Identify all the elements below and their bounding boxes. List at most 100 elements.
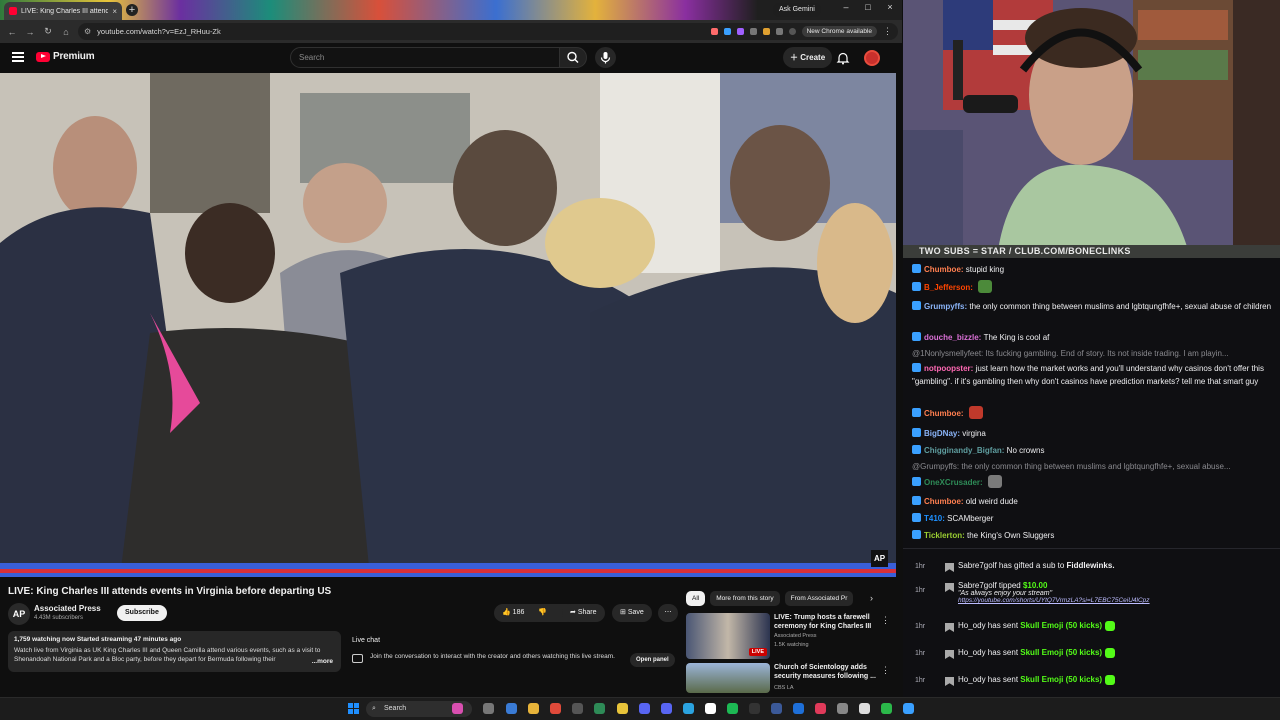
tb-app-icon[interactable] [483,703,494,714]
chat-username[interactable]: OneXCrusader: [924,478,985,487]
event-user[interactable]: Ho_ody [958,675,986,684]
recommendation-thumbnail[interactable]: LIVE [686,613,770,659]
tb-app-icon[interactable] [903,703,914,714]
chat-username[interactable]: douche_bizzle: [924,333,984,342]
account-avatar[interactable] [864,50,880,66]
save-button[interactable]: ⊞ Save [612,604,652,622]
extension-icon[interactable] [723,28,731,35]
recommendation-item[interactable]: LIVE LIVE: Trump hosts a farewell ceremo… [686,613,896,659]
tb-app-icon[interactable] [639,703,650,714]
recommendation-thumbnail[interactable] [686,663,770,693]
channel-avatar[interactable]: AP [8,603,30,625]
minimize-icon[interactable]: – [836,2,856,12]
extension-icon[interactable] [762,28,770,35]
maximize-icon[interactable]: □ [858,2,878,12]
extension-icon[interactable] [749,28,757,35]
tb-app-icon[interactable] [683,703,694,714]
tb-app-icon[interactable] [815,703,826,714]
extensions-puzzle-icon[interactable] [775,28,783,35]
create-button[interactable]: ＋ Create [783,47,833,68]
home-icon[interactable]: ⌂ [57,27,75,37]
chrome-update-badge[interactable]: New Chrome available [801,26,877,37]
open-panel-button[interactable]: Open panel [630,653,675,667]
description-box[interactable]: 1,759 watching now Started streaming 47 … [8,631,341,672]
video-player[interactable]: AP [0,73,896,577]
kebab-menu-icon[interactable]: ⋮ [881,615,890,626]
profile-icon[interactable] [788,28,796,35]
forward-icon[interactable]: → [21,27,39,37]
chat-username[interactable]: Chumboe: [924,409,966,418]
recommendation-item[interactable]: Church of Scientology adds security meas… [686,663,896,695]
event-user[interactable]: Ho_ody [958,648,986,657]
share-button[interactable]: ➦ Share [562,604,605,622]
discord-icon[interactable] [661,703,672,714]
omnibox[interactable]: ⚙ youtube.com/watch?v=EzJ_RHuu-Zk New Ch… [78,23,898,40]
tb-app-icon[interactable] [594,703,605,714]
chrome-icon[interactable] [528,703,539,714]
recommendation-channel[interactable]: Associated Press [774,633,817,639]
menu-icon[interactable] [12,52,24,62]
tab-close-icon[interactable]: × [112,7,117,16]
dislike-button[interactable]: 👎 [538,609,547,616]
chat-username[interactable]: Ticklerton: [924,531,967,540]
tb-app-icon[interactable] [837,703,848,714]
event-user[interactable]: Sabre7golf [958,581,997,590]
chat-username[interactable]: notpoopster: [924,364,976,373]
tb-app-icon[interactable] [705,703,716,714]
tb-app-icon[interactable] [793,703,804,714]
event-user[interactable]: Sabre7golf [958,561,997,570]
tb-app-icon[interactable] [506,703,517,714]
tb-app-icon[interactable] [452,703,463,714]
youtube-logo[interactable]: Premium [36,51,95,62]
recommendation-channel[interactable]: CBS LA [774,685,794,691]
browser-tab[interactable]: LIVE: King Charles III attends × [4,2,122,20]
tip-link[interactable]: https://youtube.com/shorts/UYtQ7VrmzLA?s… [958,597,1150,604]
chat-username[interactable]: Chigginandy_Bigfan: [924,446,1007,455]
like-button[interactable]: 👍 186 [502,609,524,616]
chat-username[interactable]: B_Jefferson: [924,283,975,292]
chat-username[interactable]: T410: [924,514,947,523]
tb-app-icon[interactable] [572,703,583,714]
extension-icon[interactable] [736,28,744,35]
tb-app-icon[interactable] [749,703,760,714]
tb-app-icon[interactable] [771,703,782,714]
notifications-bell-icon[interactable] [836,51,850,65]
chat-username[interactable]: Grumpyffs: [924,302,969,311]
url-text[interactable]: youtube.com/watch?v=EzJ_RHuu-Zk [97,27,704,36]
chat-username[interactable]: BigDNay: [924,429,962,438]
windows-start-icon[interactable] [348,703,359,714]
tb-app-icon[interactable] [881,703,892,714]
ask-gemini-button[interactable]: Ask Gemini [773,3,821,17]
subscribe-button[interactable]: Subscribe [117,605,167,621]
chrome-icon[interactable] [550,703,561,714]
chat-message: douche_bizzle: The King is cool af [912,331,1272,344]
kebab-menu-icon[interactable]: ⋮ [881,665,890,676]
recommendation-title[interactable]: Church of Scientology adds security meas… [774,663,880,681]
more-actions-icon[interactable]: ⋯ [658,604,678,622]
chat-username[interactable]: Chumboe: [924,497,966,506]
chip-all[interactable]: All [686,591,706,606]
kick-logo-icon [945,623,954,632]
channel-name[interactable]: Associated Press [34,604,101,613]
file-explorer-icon[interactable] [617,703,628,714]
site-info-icon[interactable]: ⚙ [84,27,91,36]
chrome-menu-icon[interactable]: ⋮ [883,26,892,37]
chevron-right-icon[interactable]: › [870,593,873,603]
event-user[interactable]: Ho_ody [958,621,986,630]
tb-app-icon[interactable] [859,703,870,714]
voice-search-button[interactable] [595,47,616,68]
search-input[interactable]: Search [290,47,560,68]
extension-icon[interactable] [710,28,718,35]
close-window-icon[interactable]: × [880,2,900,12]
recommendation-title[interactable]: LIVE: Trump hosts a farewell ceremony fo… [774,613,880,631]
back-icon[interactable]: ← [3,27,21,37]
chat-message: Chumboe: [912,406,1272,420]
chat-username[interactable]: Chumboe: [924,265,966,274]
spotify-icon[interactable] [727,703,738,714]
reload-icon[interactable]: ↻ [39,26,57,37]
more-link[interactable]: ...more [307,658,333,665]
chip-from-channel[interactable]: From Associated Pr [784,591,853,606]
new-tab-button[interactable]: + [126,4,138,16]
search-button[interactable] [559,47,587,68]
chip-more-from-story[interactable]: More from this story [710,591,780,606]
